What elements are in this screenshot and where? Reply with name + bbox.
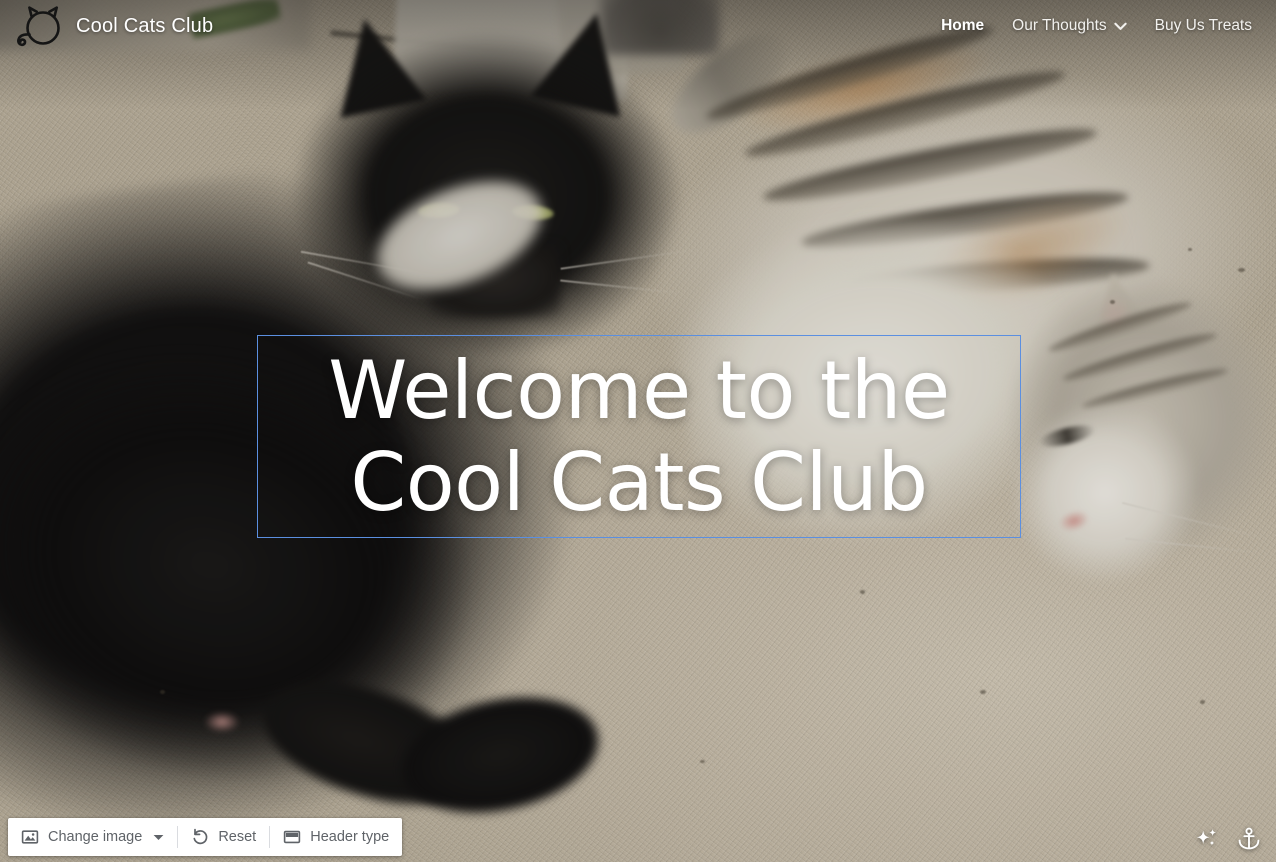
nav-item-home[interactable]: Home — [941, 17, 984, 35]
nav-item-our-thoughts[interactable]: Our Thoughts — [1012, 17, 1127, 35]
hero-title-line-1: Welcome to the — [328, 343, 950, 437]
reset-button[interactable]: Reset — [178, 818, 269, 856]
header-type-button[interactable]: Header type — [270, 818, 402, 856]
brand-name: Cool Cats Club — [76, 14, 214, 37]
cat-logo-icon — [17, 6, 60, 47]
change-image-label: Change image — [48, 829, 143, 845]
image-editor-toolbar: Change image Reset Header type — [8, 818, 403, 856]
corner-tools — [1194, 826, 1262, 852]
page-stage: Cool Cats Club Home Our Thoughts Buy Us … — [0, 0, 1276, 862]
image-icon — [21, 830, 39, 844]
site-header: Cool Cats Club Home Our Thoughts Buy Us … — [0, 0, 1276, 52]
hero-title-selection-box[interactable]: Welcome to the Cool Cats Club — [257, 335, 1021, 538]
nav-item-home-label: Home — [941, 17, 985, 34]
nav-item-buy-us-treats[interactable]: Buy Us Treats — [1155, 17, 1252, 35]
site-navigation: Home Our Thoughts Buy Us Treats — [941, 17, 1256, 35]
nav-item-our-thoughts-label: Our Thoughts — [1012, 17, 1107, 34]
hero-title-line-2: Cool Cats Club — [350, 435, 928, 529]
chevron-down-icon — [1114, 22, 1127, 30]
sparkles-icon[interactable] — [1194, 826, 1220, 852]
header-layout-icon — [284, 830, 301, 844]
anchor-icon[interactable] — [1236, 826, 1262, 852]
header-type-label: Header type — [310, 829, 390, 845]
page-title[interactable]: Welcome to the Cool Cats Club — [258, 343, 1020, 529]
reset-label: Reset — [218, 829, 257, 845]
change-image-button[interactable]: Change image — [8, 818, 177, 856]
brand[interactable]: Cool Cats Club — [8, 4, 213, 48]
caret-down-icon — [153, 834, 164, 840]
undo-rotate-ccw-icon — [193, 828, 208, 845]
nav-item-buy-us-treats-label: Buy Us Treats — [1154, 17, 1252, 34]
